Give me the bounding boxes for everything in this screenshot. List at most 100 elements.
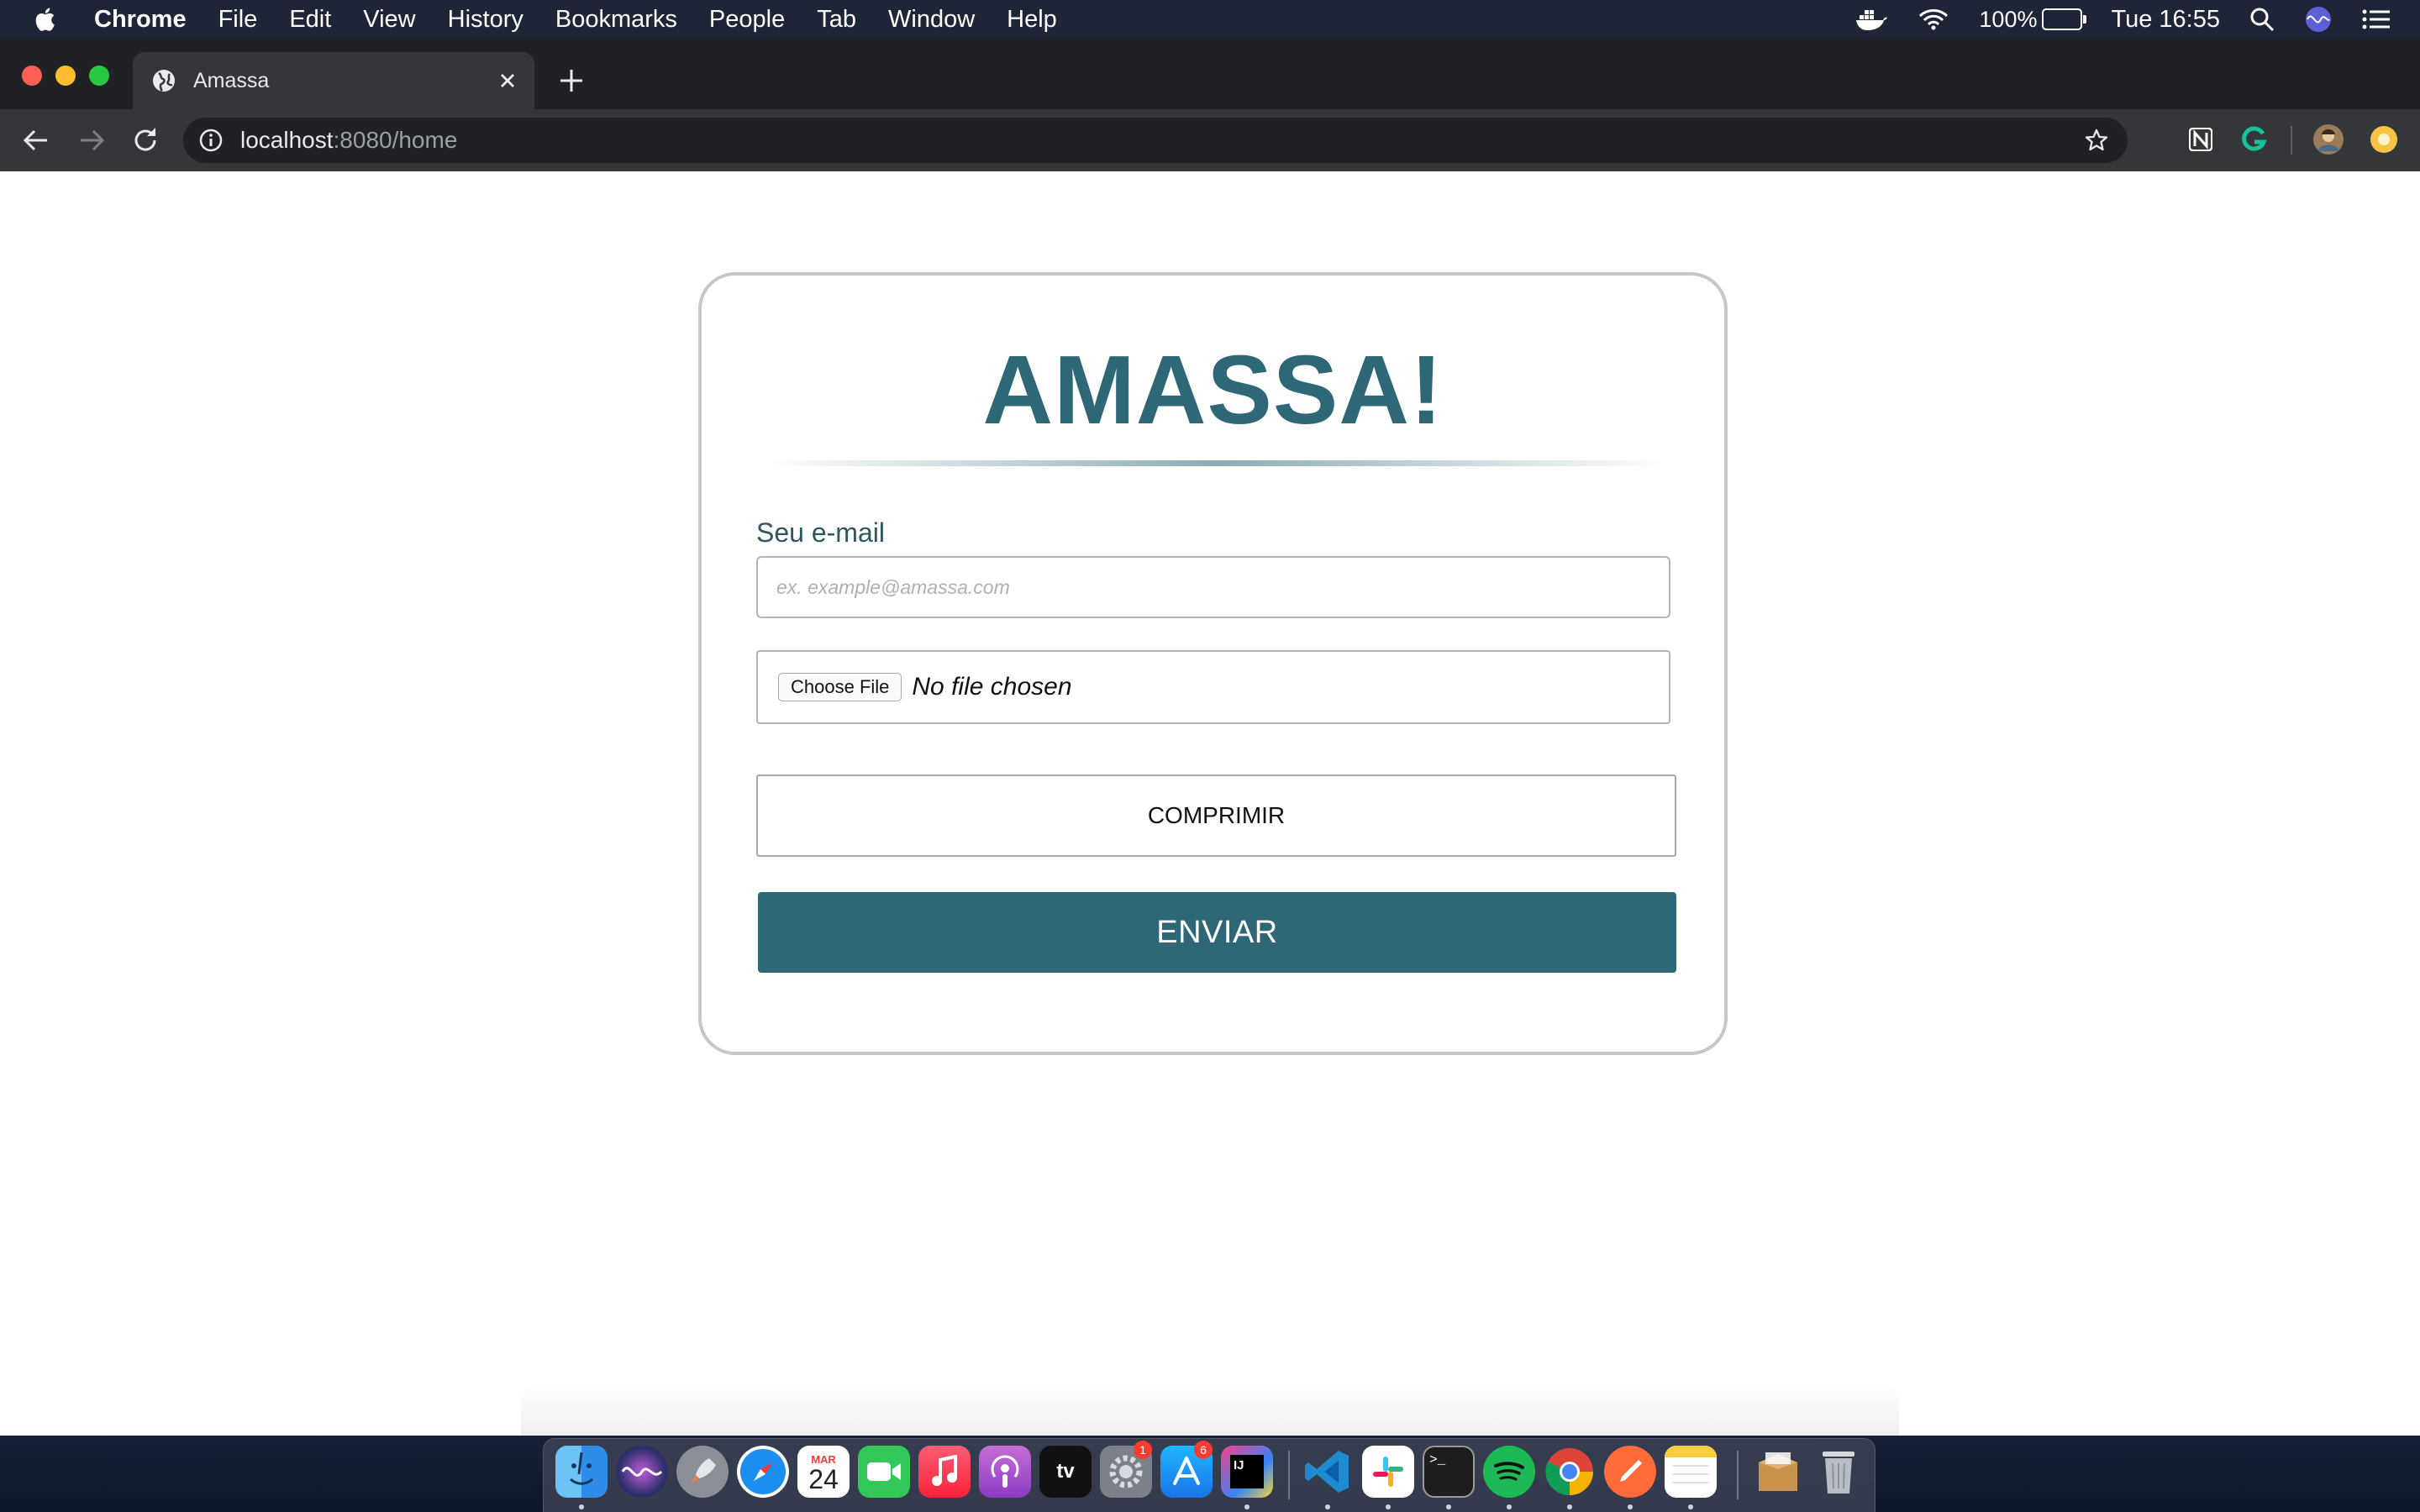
slack-running-dot — [1386, 1504, 1391, 1509]
launchpad-icon[interactable] — [676, 1446, 729, 1498]
browser-tabstrip: Amassa — [0, 39, 2420, 109]
upload-form-card: AMASSA! Seu e-mail Choose File No file c… — [698, 272, 1728, 1055]
notes-icon[interactable] — [1665, 1446, 1717, 1498]
window-zoom-button[interactable] — [89, 66, 109, 86]
dock-separator-2 — [1737, 1451, 1739, 1499]
page-content: AMASSA! Seu e-mail Choose File No file c… — [0, 171, 2420, 1436]
terminal-icon[interactable]: >_ — [1423, 1446, 1475, 1498]
docker-icon[interactable] — [1854, 7, 1888, 32]
video-camera-icon — [867, 1462, 901, 1481]
url-path: :8080/home — [333, 127, 458, 153]
menu-people[interactable]: People — [709, 6, 785, 34]
terminal-prompt: >_ — [1429, 1452, 1446, 1467]
spotify-icon[interactable] — [1483, 1446, 1535, 1498]
profile-avatar-icon[interactable] — [2312, 123, 2344, 155]
menu-chrome[interactable]: Chrome — [94, 6, 187, 34]
calendar-day: 24 — [808, 1463, 839, 1494]
spotlight-search-icon[interactable] — [2249, 6, 2275, 33]
siri-wave-icon — [621, 1467, 663, 1477]
app-store-badge: 6 — [1194, 1441, 1213, 1459]
intellij-label: IJ — [1234, 1458, 1244, 1473]
extension-badge-icon[interactable] — [2368, 123, 2400, 155]
site-info-icon[interactable] — [198, 128, 224, 153]
tab-amassa[interactable]: Amassa — [133, 52, 534, 109]
notes-running-dot — [1688, 1504, 1693, 1509]
facetime-icon[interactable] — [858, 1446, 910, 1498]
notes-lines-icon — [1673, 1465, 1708, 1483]
menu-view[interactable]: View — [363, 6, 415, 34]
trash-can-icon — [1823, 1452, 1854, 1494]
apple-tv-label: tv — [1056, 1460, 1075, 1483]
slack-icon[interactable] — [1362, 1446, 1414, 1498]
rocket-pen-icon — [1620, 1460, 1642, 1482]
vscode-logo-icon — [1305, 1451, 1349, 1493]
system-preferences-badge: 1 — [1134, 1441, 1152, 1459]
finder-icon[interactable] — [555, 1446, 608, 1498]
menu-window[interactable]: Window — [888, 6, 975, 34]
apple-icon[interactable] — [32, 5, 60, 34]
tab-close-icon[interactable] — [496, 69, 519, 92]
address-bar[interactable]: localhost:8080/home — [183, 118, 2128, 163]
menubar-clock[interactable]: Tue 16:55 — [2111, 6, 2220, 34]
file-input[interactable]: Choose File No file chosen — [756, 650, 1670, 724]
music-icon[interactable] — [918, 1446, 971, 1498]
menu-bookmarks[interactable]: Bookmarks — [555, 6, 677, 34]
trash-icon[interactable] — [1812, 1446, 1865, 1498]
page-title: AMASSA! — [982, 335, 1444, 444]
vscode-icon[interactable] — [1302, 1446, 1354, 1498]
intellij-running-dot — [1244, 1504, 1249, 1509]
menu-tab[interactable]: Tab — [817, 6, 856, 34]
dock-shadow — [521, 1381, 1899, 1436]
file-status-text: No file chosen — [912, 673, 1072, 701]
bookmark-star-icon[interactable] — [2084, 128, 2109, 153]
email-label: Seu e-mail — [756, 517, 885, 548]
title-divider — [769, 460, 1665, 466]
postman-running-dot — [1628, 1504, 1633, 1509]
intellij-icon[interactable]: IJ — [1221, 1446, 1273, 1498]
browser-toolbar: localhost:8080/home — [0, 109, 2420, 171]
reload-icon[interactable] — [129, 124, 161, 156]
macos-dock: MAR 24 tv 1 6 IJ >_ — [543, 1438, 1876, 1512]
window-close-button[interactable] — [22, 66, 42, 86]
package-icon — [1759, 1452, 1797, 1491]
intellij-inner-icon: IJ — [1230, 1455, 1264, 1488]
downloads-stack-icon[interactable] — [1752, 1446, 1804, 1498]
globe-icon — [153, 70, 175, 92]
wifi-icon[interactable] — [1917, 7, 1950, 32]
chrome-running-dot — [1567, 1504, 1572, 1509]
email-input[interactable] — [756, 556, 1670, 618]
back-arrow-icon[interactable] — [20, 124, 52, 156]
postman-icon[interactable] — [1604, 1446, 1656, 1498]
grammarly-extension-icon[interactable] — [2238, 123, 2270, 155]
dock-separator — [1288, 1451, 1290, 1499]
menu-history[interactable]: History — [448, 6, 523, 34]
siri-icon[interactable] — [2304, 5, 2333, 34]
menu-edit[interactable]: Edit — [289, 6, 331, 34]
siri-dock-icon[interactable] — [616, 1446, 668, 1498]
calendar-icon[interactable]: MAR 24 — [797, 1446, 850, 1498]
notification-center-icon[interactable] — [2361, 7, 2391, 32]
safari-icon[interactable] — [737, 1446, 789, 1498]
notes-header-icon — [1665, 1446, 1717, 1457]
menu-help[interactable]: Help — [1007, 6, 1057, 34]
battery-percent: 100% — [1979, 6, 2038, 32]
send-button[interactable]: ENVIAR — [758, 892, 1676, 973]
battery-status[interactable]: 100% — [1979, 6, 2087, 33]
podcast-wave-icon — [991, 1455, 1019, 1488]
chrome-dock-icon[interactable] — [1544, 1446, 1596, 1498]
toolbar-divider — [2291, 126, 2292, 155]
chrome-logo-icon — [1545, 1448, 1593, 1496]
spotify-running-dot — [1507, 1504, 1512, 1509]
menu-file[interactable]: File — [218, 6, 258, 34]
forward-arrow-icon[interactable] — [76, 124, 108, 156]
compress-button[interactable]: COMPRIMIR — [756, 774, 1676, 857]
notion-extension-icon[interactable] — [2185, 123, 2217, 155]
apple-tv-icon[interactable]: tv — [1039, 1446, 1092, 1498]
tab-title: Amassa — [193, 68, 270, 92]
choose-file-button[interactable]: Choose File — [778, 673, 902, 701]
terminal-running-dot — [1446, 1504, 1451, 1509]
app-store-a-icon — [1173, 1457, 1200, 1485]
window-minimize-button[interactable] — [55, 66, 76, 86]
new-tab-plus-icon[interactable] — [558, 67, 585, 94]
podcasts-icon[interactable] — [979, 1446, 1031, 1498]
